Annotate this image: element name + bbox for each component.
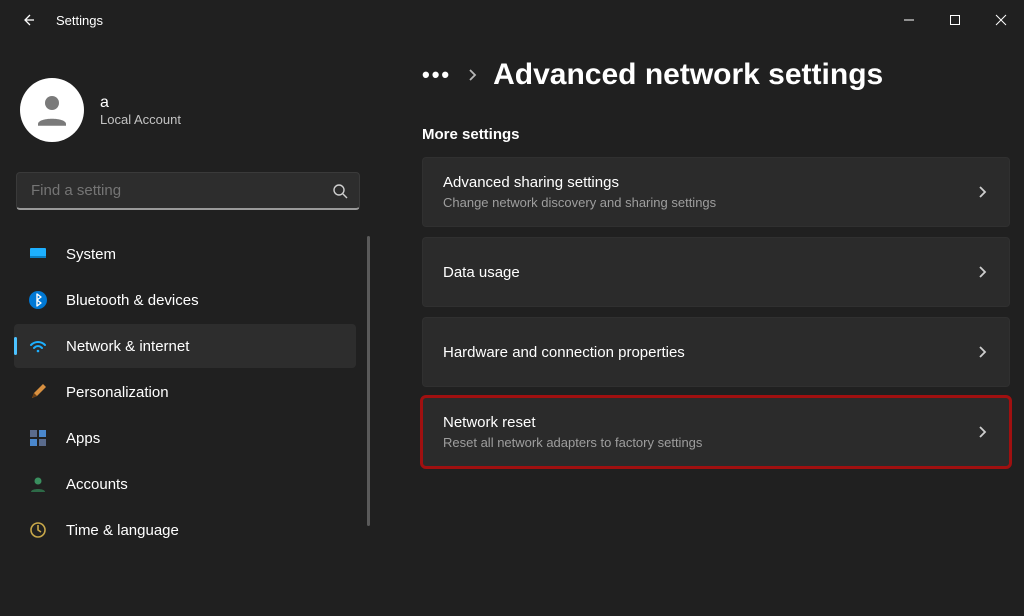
sidebar-nav: System Bluetooth & devices Network & int… <box>14 232 370 552</box>
profile-name: a <box>100 94 181 112</box>
app-title: Settings <box>56 13 103 28</box>
card-title: Advanced sharing settings <box>443 174 975 191</box>
minimize-icon <box>903 14 915 26</box>
sidebar-item-network[interactable]: Network & internet <box>14 324 356 368</box>
sidebar-item-bluetooth[interactable]: Bluetooth & devices <box>14 278 356 322</box>
sidebar-item-label: Apps <box>66 430 100 447</box>
sidebar-item-label: Accounts <box>66 476 128 493</box>
profile-block[interactable]: a Local Account <box>14 64 370 166</box>
sidebar-item-accounts[interactable]: Accounts <box>14 462 356 506</box>
chevron-right-icon <box>975 265 989 279</box>
profile-subtitle: Local Account <box>100 112 181 127</box>
card-advanced-sharing[interactable]: Advanced sharing settings Change network… <box>422 157 1010 227</box>
search-icon <box>332 183 348 199</box>
sidebar-item-time-language[interactable]: Time & language <box>14 508 356 552</box>
selection-indicator <box>14 337 17 355</box>
sidebar-item-personalization[interactable]: Personalization <box>14 370 356 414</box>
window-maximize-button[interactable] <box>932 0 978 40</box>
card-subtitle: Change network discovery and sharing set… <box>443 195 975 210</box>
window-close-button[interactable] <box>978 0 1024 40</box>
page-title: Advanced network settings <box>493 58 883 92</box>
chevron-right-icon <box>975 345 989 359</box>
chevron-right-icon <box>975 425 989 439</box>
bluetooth-icon <box>28 290 48 310</box>
sidebar-item-system[interactable]: System <box>14 232 356 276</box>
monitor-icon <box>28 244 48 264</box>
chevron-right-icon <box>465 68 479 82</box>
sidebar-item-label: System <box>66 246 116 263</box>
card-data-usage[interactable]: Data usage <box>422 237 1010 307</box>
person-icon <box>31 89 73 131</box>
card-network-reset[interactable]: Network reset Reset all network adapters… <box>422 397 1010 467</box>
chevron-right-icon <box>975 185 989 199</box>
maximize-icon <box>949 14 961 26</box>
sidebar-scrollbar[interactable] <box>367 236 370 526</box>
arrow-left-icon <box>20 12 36 28</box>
sidebar-item-apps[interactable]: Apps <box>14 416 356 460</box>
avatar <box>20 78 84 142</box>
window-minimize-button[interactable] <box>886 0 932 40</box>
back-button[interactable] <box>16 12 40 28</box>
card-hardware-properties[interactable]: Hardware and connection properties <box>422 317 1010 387</box>
sidebar-item-label: Bluetooth & devices <box>66 292 199 309</box>
sidebar-item-label: Time & language <box>66 522 179 539</box>
apps-icon <box>28 428 48 448</box>
clock-globe-icon <box>28 520 48 540</box>
account-icon <box>28 474 48 494</box>
section-header: More settings <box>422 126 1014 143</box>
breadcrumb-overflow[interactable]: ••• <box>422 62 451 88</box>
breadcrumb: ••• Advanced network settings <box>422 58 1014 92</box>
wifi-icon <box>28 336 48 356</box>
card-title: Hardware and connection properties <box>443 344 975 361</box>
sidebar-item-label: Network & internet <box>66 338 189 355</box>
sidebar-item-label: Personalization <box>66 384 169 401</box>
brush-icon <box>28 382 48 402</box>
card-title: Network reset <box>443 414 975 431</box>
search-input[interactable] <box>16 172 360 210</box>
card-title: Data usage <box>443 264 975 281</box>
close-icon <box>995 14 1007 26</box>
card-subtitle: Reset all network adapters to factory se… <box>443 435 975 450</box>
